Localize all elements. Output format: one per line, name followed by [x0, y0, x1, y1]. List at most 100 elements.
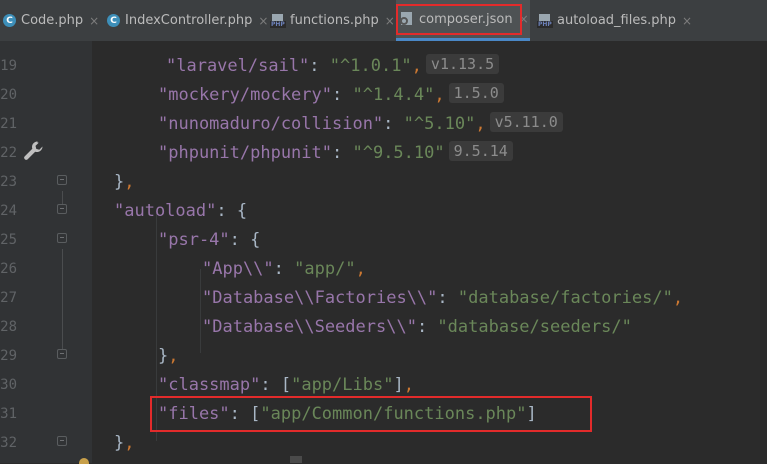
scroll-marker — [290, 456, 302, 463]
json-comma: , — [434, 85, 445, 105]
code-line-24: "autoload": { — [114, 197, 247, 226]
json-comma: , — [124, 433, 135, 453]
json-comma: , — [403, 375, 414, 395]
fold-marker[interactable] — [57, 349, 67, 359]
tab-label: Code.php — [21, 13, 84, 28]
line-number: 28 — [0, 319, 17, 335]
json-close-brace: } — [158, 346, 169, 366]
line-number: 25 — [0, 232, 17, 248]
json-comma: , — [168, 346, 179, 366]
json-colon: : — [383, 114, 404, 134]
json-string-value: "^1.0.1" — [329, 56, 412, 76]
json-key: "App\\" — [202, 259, 274, 279]
code-line-21: "nunomaduro/collision": "^5.10", v5.11.0 — [158, 110, 563, 139]
json-key: "Database\\Seeders\\" — [202, 317, 417, 337]
line-number: 26 — [0, 261, 17, 277]
json-string-value: "app/" — [294, 259, 356, 279]
line-number: 27 — [0, 290, 17, 306]
json-colon: : — [309, 56, 330, 76]
fold-guide — [62, 249, 63, 353]
json-colon: : — [437, 288, 458, 308]
line-number: 32 — [0, 435, 17, 451]
json-string-value: "database/factories/" — [457, 288, 673, 308]
json-comma: , — [672, 288, 684, 308]
json-comma: , — [411, 56, 422, 76]
wrench-icon[interactable] — [22, 139, 46, 163]
json-string-value: "database/seeders/" — [437, 317, 632, 337]
close-icon[interactable]: × — [682, 14, 692, 28]
code-line-27: "Database\\Factories\\": "database/facto… — [202, 284, 683, 313]
json-open-brace: { — [236, 201, 248, 221]
json-key: "phpunit/phpunit" — [158, 143, 332, 163]
c-class-icon: C — [107, 14, 120, 27]
line-number: 30 — [0, 377, 17, 393]
json-key: "laravel/sail" — [166, 56, 310, 76]
json-key: "psr-4" — [158, 230, 230, 250]
version-hint: 1.5.0 — [448, 83, 504, 103]
json-comma: , — [124, 172, 135, 192]
code-line-23: }, — [114, 168, 135, 197]
code-line-28: "Database\\Seeders\\": "database/seeders… — [202, 313, 632, 342]
tab-autoload-files-php[interactable]: PHP autoload_files.php × — [535, 0, 692, 41]
json-string-value: "^5.10" — [403, 114, 476, 134]
json-key: "autoload" — [114, 201, 217, 221]
editor-tab-bar: C Code.php × C IndexController.php × PHP… — [0, 0, 767, 42]
code-line-25: "psr-4": { — [158, 226, 260, 255]
json-key: "nunomaduro/collision" — [158, 114, 384, 134]
tab-label: functions.php — [290, 13, 379, 28]
tab-label: IndexController.php — [125, 13, 253, 28]
close-icon[interactable]: × — [89, 14, 99, 28]
json-colon: : — [332, 85, 353, 105]
json-close-brace: } — [114, 172, 125, 192]
line-number: 24 — [0, 203, 17, 219]
json-colon: : — [273, 259, 295, 279]
json-open-brace: { — [250, 230, 261, 250]
code-line-29: }, — [158, 342, 179, 371]
fold-marker[interactable] — [57, 233, 67, 243]
code-line-20: "mockery/mockery": "^1.4.4", 1.5.0 — [158, 81, 504, 110]
code-line-26: "App\\": "app/", — [202, 255, 366, 284]
line-number: 29 — [0, 348, 17, 364]
c-class-icon: C — [3, 14, 16, 27]
annotation-box-composer-tab — [396, 4, 522, 35]
json-colon: : — [216, 201, 237, 221]
json-key: "mockery/mockery" — [158, 85, 332, 105]
fold-marker[interactable] — [57, 204, 67, 214]
lightbulb-icon[interactable] — [79, 458, 89, 464]
json-string-value: "^9.5.10" — [352, 143, 445, 163]
json-colon: : — [260, 375, 281, 395]
tab-functions-php[interactable]: PHP functions.php × — [270, 0, 395, 41]
php-file-icon: PHP — [537, 13, 553, 28]
line-number: 21 — [0, 116, 17, 132]
line-number: 20 — [0, 87, 17, 103]
version-hint: v1.13.5 — [425, 54, 500, 74]
code-line-32: }, — [114, 429, 135, 458]
tab-indexcontroller-php[interactable]: C IndexController.php × — [107, 0, 268, 41]
tab-label: autoload_files.php — [557, 13, 676, 28]
line-number: 23 — [0, 174, 17, 190]
json-colon: : — [332, 143, 353, 163]
line-number: 31 — [0, 406, 17, 422]
json-comma: , — [475, 114, 486, 134]
fold-marker[interactable] — [57, 436, 67, 446]
close-icon[interactable]: × — [258, 14, 268, 28]
json-comma: , — [355, 259, 366, 279]
tab-code-php[interactable]: C Code.php × — [3, 0, 99, 41]
line-number: 22 — [0, 145, 17, 161]
line-number: 19 — [0, 58, 17, 74]
json-string-value: "^1.4.4" — [352, 85, 435, 105]
json-string-value: "app/Libs" — [291, 375, 394, 395]
code-line-19: "laravel/sail": "^1.0.1", v1.13.5 — [166, 52, 500, 81]
fold-marker[interactable] — [57, 175, 67, 185]
json-colon: : — [229, 230, 251, 250]
close-icon[interactable]: × — [385, 14, 395, 28]
json-key: "classmap" — [158, 375, 261, 395]
json-key: "Database\\Factories\\" — [202, 288, 438, 308]
json-colon: : — [416, 317, 438, 337]
version-hint: 9.5.14 — [448, 141, 513, 161]
version-hint: v5.11.0 — [489, 112, 563, 132]
annotation-box-files-line — [150, 396, 592, 432]
json-close-brace: } — [114, 433, 125, 453]
indent-guide — [200, 269, 201, 353]
code-line-22: "phpunit/phpunit": "^9.5.10" 9.5.14 — [158, 139, 513, 168]
